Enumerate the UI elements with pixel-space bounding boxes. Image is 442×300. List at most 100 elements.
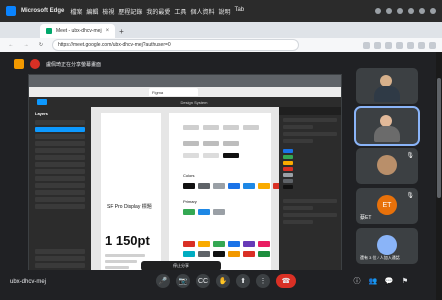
color-swatch bbox=[183, 183, 195, 189]
participant-tile-5[interactable]: 還有 3 位 / 人加入通話 bbox=[356, 228, 418, 264]
primary-label: Primary bbox=[183, 199, 197, 204]
font-label: SF Pro Display 標題 bbox=[107, 204, 152, 210]
status-icon[interactable] bbox=[430, 8, 436, 14]
style-swatch bbox=[283, 167, 293, 171]
status-icon[interactable] bbox=[408, 8, 414, 14]
swatch-row-1 bbox=[183, 183, 285, 189]
extension-icon[interactable] bbox=[385, 41, 392, 49]
end-call-button[interactable]: ☎ bbox=[276, 274, 296, 288]
menu-item[interactable]: 個人資料 bbox=[190, 7, 214, 16]
menu-item[interactable]: 檔案 bbox=[70, 7, 82, 16]
activities-icon[interactable]: ⚑ bbox=[400, 276, 410, 286]
figma-properties-panel bbox=[279, 107, 341, 271]
camera-button[interactable]: 📷 bbox=[176, 274, 190, 288]
participant-tile-3[interactable]: 🎙 bbox=[356, 148, 418, 184]
people-icon[interactable]: 👥 bbox=[368, 276, 378, 286]
property-row bbox=[283, 118, 337, 122]
participant-tile-4[interactable]: ET 蔡ET 🎙 bbox=[356, 188, 418, 224]
menu-item[interactable]: 檢視 bbox=[102, 7, 114, 16]
chat-icon[interactable]: 💬 bbox=[384, 276, 394, 286]
color-swatch bbox=[213, 251, 225, 257]
new-tab-button[interactable]: + bbox=[119, 24, 124, 38]
menu-item[interactable]: 編輯 bbox=[86, 7, 98, 16]
meeting-code: ubx-dhcv-mej bbox=[10, 279, 47, 285]
color-swatch bbox=[228, 183, 240, 189]
layer-row bbox=[35, 183, 85, 188]
button-sample bbox=[243, 125, 259, 130]
color-swatch bbox=[183, 209, 195, 215]
layers-header: Layers bbox=[35, 111, 48, 116]
person-body bbox=[374, 86, 400, 102]
participant-tile-1[interactable] bbox=[356, 68, 418, 104]
apple-logo-icon[interactable] bbox=[6, 6, 16, 16]
figma-layers-panel: Layers bbox=[29, 107, 91, 271]
color-swatch bbox=[228, 241, 240, 247]
participant-video bbox=[368, 108, 406, 144]
status-icon[interactable] bbox=[419, 8, 425, 14]
browser-tab-meet[interactable]: Meet - ubx-dhcv-mej × bbox=[40, 24, 116, 38]
url-input[interactable]: https://meet.google.com/ubx-dhcv-mej?aut… bbox=[52, 39, 299, 51]
shared-screen: Figma Design System Layers SF Pro Displa… bbox=[28, 74, 342, 272]
captions-button[interactable]: CC bbox=[196, 274, 210, 288]
close-tab-icon[interactable]: × bbox=[106, 28, 110, 34]
extension-icon[interactable] bbox=[396, 41, 403, 49]
button-samples-2 bbox=[183, 141, 239, 146]
button-sample bbox=[183, 141, 199, 146]
mic-button[interactable]: 🎤 bbox=[156, 274, 170, 288]
pages-list bbox=[29, 247, 91, 271]
present-button[interactable]: ⬆ bbox=[236, 274, 250, 288]
style-swatch bbox=[283, 179, 293, 183]
profile-icon[interactable] bbox=[429, 41, 436, 49]
address-bar-row: ← → ↻ https://meet.google.com/ubx-dhcv-m… bbox=[0, 38, 442, 53]
raise-hand-button[interactable]: ✋ bbox=[216, 274, 230, 288]
scrollbar-thumb[interactable] bbox=[437, 78, 441, 198]
extension-icon[interactable] bbox=[418, 41, 425, 49]
color-swatch bbox=[213, 183, 225, 189]
color-swatch bbox=[228, 251, 240, 257]
style-swatch bbox=[283, 173, 293, 177]
participant-tile-2[interactable] bbox=[354, 106, 420, 146]
refresh-button[interactable]: ↻ bbox=[36, 42, 46, 48]
extension-icon[interactable] bbox=[407, 41, 414, 49]
button-sample bbox=[183, 125, 199, 130]
color-swatch bbox=[198, 251, 210, 257]
styles-list bbox=[283, 149, 341, 189]
status-icon[interactable] bbox=[397, 8, 403, 14]
page-row bbox=[35, 263, 85, 268]
screenshot-root: Microsoft Edge 檔案 編輯 檢視 歷程記錄 我的最愛 工具 個人資… bbox=[0, 0, 442, 300]
type-sample-line bbox=[105, 260, 137, 263]
property-row bbox=[283, 139, 313, 143]
forward-button[interactable]: → bbox=[21, 42, 31, 48]
present-icon bbox=[14, 59, 24, 69]
stop-sharing-label[interactable]: 停止分享 bbox=[173, 263, 189, 269]
figma-canvas: SF Pro Display 標題 1 150pt Colors Primary bbox=[91, 107, 285, 271]
layers-list bbox=[29, 120, 91, 209]
app-name[interactable]: Microsoft Edge bbox=[21, 8, 64, 14]
menu-item[interactable]: 我的最愛 bbox=[146, 7, 170, 16]
color-swatch bbox=[183, 251, 195, 257]
color-swatch bbox=[243, 251, 255, 257]
presenter-bar: 盧佩琦正在分享螢幕畫面 bbox=[14, 58, 101, 70]
extension-icon[interactable] bbox=[363, 41, 370, 49]
menu-item[interactable]: Tab bbox=[234, 7, 244, 16]
status-icon[interactable] bbox=[375, 8, 381, 14]
presenter-label: 盧佩琦正在分享螢幕畫面 bbox=[46, 61, 102, 68]
menu-item[interactable]: 歷程記錄 bbox=[118, 7, 142, 16]
properties-header bbox=[279, 107, 341, 115]
frame-typography: SF Pro Display 標題 1 150pt bbox=[101, 113, 161, 271]
more-options-button[interactable]: ⋮ bbox=[256, 274, 270, 288]
status-icon[interactable] bbox=[386, 8, 392, 14]
extension-icon[interactable] bbox=[374, 41, 381, 49]
menu-item[interactable]: 說明 bbox=[218, 7, 230, 16]
shared-tab: Figma bbox=[149, 88, 198, 96]
swatch-row-3 bbox=[183, 241, 270, 247]
back-button[interactable]: ← bbox=[6, 42, 16, 48]
scrollbar[interactable] bbox=[436, 52, 442, 300]
property-row bbox=[283, 220, 313, 224]
style-swatch bbox=[283, 161, 293, 165]
layer-row-selected bbox=[35, 127, 85, 132]
mic-off-icon: 🎙 bbox=[406, 193, 414, 199]
menu-item[interactable]: 工具 bbox=[174, 7, 186, 16]
info-icon[interactable]: ⓘ bbox=[352, 276, 362, 286]
os-status-icons bbox=[375, 8, 436, 14]
